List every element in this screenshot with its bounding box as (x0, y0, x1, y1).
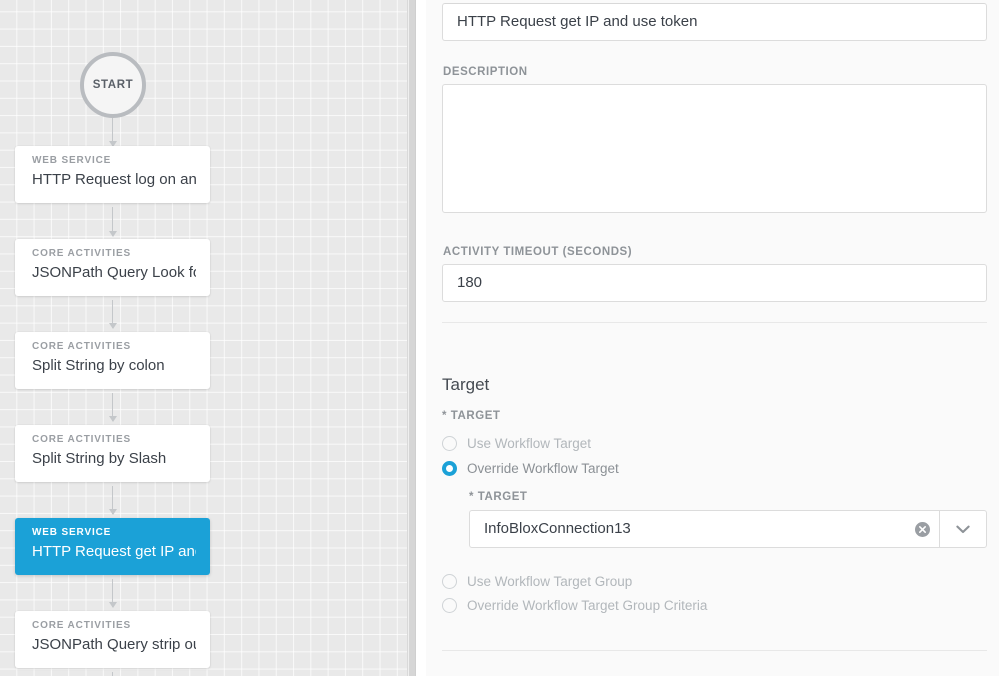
radio-circle-icon (442, 597, 457, 613)
target-combobox-value[interactable]: InfoBloxConnection13 (470, 511, 905, 547)
radio-label: Use Workflow Target Group (467, 573, 633, 589)
connector-arrow (108, 579, 117, 608)
workflow-node-name: Split String by colon (32, 357, 165, 374)
workflow-node[interactable]: WEB SERVICE HTTP Request log on and ... (15, 146, 210, 203)
radio-use-workflow-target-group[interactable]: Use Workflow Target Group (442, 569, 987, 593)
workflow-node-category: CORE ACTIVITIES (32, 248, 132, 259)
workflow-node[interactable]: CORE ACTIVITIES Split String by colon (15, 332, 210, 389)
workflow-node-name: Split String by Slash (32, 450, 167, 467)
connector-arrow (112, 672, 113, 676)
radio-circle-icon (442, 436, 457, 451)
workflow-node[interactable]: CORE ACTIVITIES JSONPath Query strip ou.… (15, 611, 210, 668)
canvas-scrollbar-track[interactable] (407, 0, 416, 676)
canvas-scrollbar-thumb[interactable] (409, 0, 415, 676)
workflow-node-name: JSONPath Query Look for... (32, 264, 196, 281)
clear-circle-icon[interactable] (905, 511, 939, 547)
workflow-node-selected[interactable]: WEB SERVICE HTTP Request get IP and ... (15, 518, 210, 575)
workflow-canvas[interactable]: START WEB SERVICE HTTP Request log on an… (0, 0, 416, 676)
workflow-node[interactable]: CORE ACTIVITIES Split String by Slash (15, 425, 210, 482)
description-textarea[interactable] (442, 84, 987, 213)
target-required-label: * TARGET (442, 410, 501, 422)
chevron-down-icon[interactable] (939, 511, 986, 547)
target-selector-required-label: * TARGET (469, 491, 528, 503)
workflow-node-category: WEB SERVICE (32, 527, 112, 538)
activity-properties-panel: HTTP Request get IP and use token DESCRI… (426, 0, 999, 676)
arrow-head-icon (108, 416, 117, 422)
workflow-node-category: CORE ACTIVITIES (32, 341, 132, 352)
workflow-node-category: CORE ACTIVITIES (32, 620, 132, 631)
workflow-node-name: HTTP Request log on and ... (32, 171, 196, 188)
description-field-group: DESCRIPTION (442, 66, 987, 213)
radio-override-workflow-target-group-criteria[interactable]: Override Workflow Target Group Criteria (442, 593, 987, 617)
activity-timeout-label: ACTIVITY TIMEOUT (SECONDS) (443, 246, 633, 258)
arrow-head-icon (108, 602, 117, 608)
target-group-radios: Use Workflow Target Group Override Workf… (442, 569, 987, 617)
radio-circle-icon (442, 573, 457, 589)
connector-arrow (108, 207, 117, 237)
activity-timeout-field-group: ACTIVITY TIMEOUT (SECONDS) 180 (442, 246, 987, 302)
arrow-head-icon (108, 509, 117, 515)
radio-use-workflow-target[interactable]: Use Workflow Target (442, 431, 987, 456)
description-label: DESCRIPTION (443, 66, 528, 78)
activity-name-field-wrap: HTTP Request get IP and use token (442, 3, 987, 41)
workflow-node-category: WEB SERVICE (32, 155, 112, 166)
connector-arrow (108, 300, 117, 329)
workflow-node[interactable]: CORE ACTIVITIES JSONPath Query Look for.… (15, 239, 210, 296)
section-divider (442, 322, 987, 323)
connector-arrow (108, 118, 117, 147)
radio-label: Override Workflow Target Group Criteria (467, 597, 708, 613)
activity-name-input[interactable]: HTTP Request get IP and use token (442, 3, 987, 41)
target-section-heading: Target (442, 375, 490, 394)
workflow-node-name: JSONPath Query strip ou... (32, 636, 196, 653)
radio-circle-selected-icon (442, 461, 457, 476)
arrow-head-icon (108, 323, 117, 329)
radio-label: Use Workflow Target (467, 436, 592, 451)
target-selector-group: * TARGET InfoBloxConnection13 (469, 491, 987, 548)
activity-designer-screen: START WEB SERVICE HTTP Request log on an… (0, 0, 999, 676)
workflow-node-name: HTTP Request get IP and ... (32, 543, 196, 560)
arrow-head-icon (108, 231, 117, 237)
radio-override-workflow-target[interactable]: Override Workflow Target (442, 456, 987, 481)
connector-arrow (108, 486, 117, 515)
target-section: Target * TARGET Use Workflow Target Over… (442, 374, 987, 617)
workflow-start-node[interactable]: START (80, 52, 146, 118)
workflow-node-category: CORE ACTIVITIES (32, 434, 132, 445)
target-combobox[interactable]: InfoBloxConnection13 (469, 510, 987, 548)
section-divider (442, 650, 987, 651)
connector-arrow (108, 393, 117, 422)
radio-label: Override Workflow Target (467, 461, 619, 476)
start-node-label: START (92, 79, 134, 91)
activity-timeout-input[interactable]: 180 (442, 264, 987, 302)
